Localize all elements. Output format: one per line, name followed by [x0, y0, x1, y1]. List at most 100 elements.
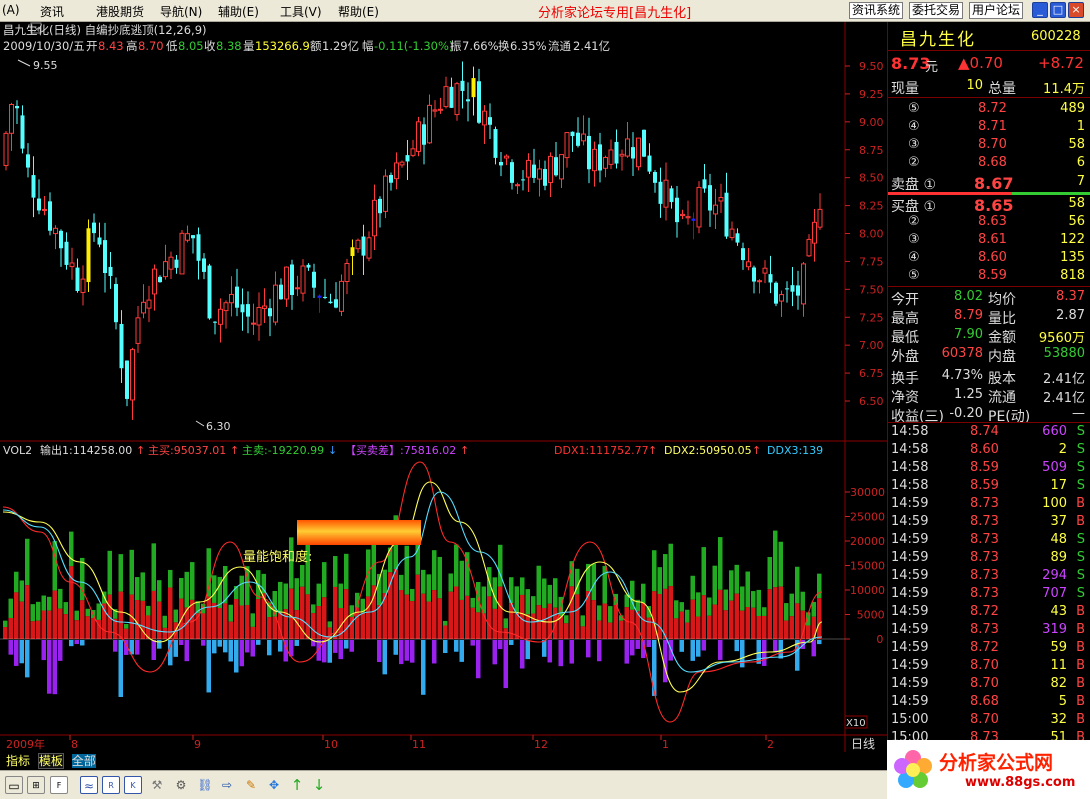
buy-volume-bar — [729, 600, 734, 639]
candle-body — [603, 156, 608, 169]
candle-body — [64, 241, 69, 265]
candle-body — [471, 78, 476, 98]
move-icon[interactable]: ✥ — [265, 776, 283, 794]
net-volume-bar — [338, 640, 343, 660]
buy-volume-bar — [3, 627, 8, 639]
menu-item-a[interactable]: (A) — [2, 3, 20, 17]
tab-template[interactable]: 模板 — [37, 753, 64, 769]
buy-volume: 818 — [1060, 268, 1085, 283]
bar-date: 2009/10/30/五 — [3, 39, 85, 53]
net-volume-bar — [377, 640, 382, 663]
down-arrow-icon[interactable]: ↓ — [310, 776, 328, 794]
trade-button[interactable]: 委托交易 — [909, 2, 964, 19]
volume-tick-label: 15000 — [850, 560, 885, 573]
buy-volume-bar — [459, 599, 464, 639]
tick-side: S — [1076, 586, 1085, 601]
candle-body — [482, 110, 487, 126]
buy-volume-bar — [685, 622, 690, 639]
candle-body — [196, 234, 201, 261]
tab-all[interactable]: 全部 — [71, 754, 96, 768]
tick-row: 14:59 8.72 43 B — [888, 604, 1090, 622]
tick-time: 15:00 — [891, 712, 929, 727]
energy-saturation-bar — [297, 520, 421, 545]
sell-volume-bar — [85, 608, 90, 617]
candle-body — [614, 141, 619, 164]
export-icon[interactable]: ⇨ — [218, 776, 236, 794]
sell-volume-bar — [696, 592, 701, 617]
sell-volume-bar — [168, 569, 173, 588]
indicator-diff: 【买卖差】:75816.02 — [345, 443, 456, 457]
candle-body — [768, 274, 773, 283]
buy-volume-bar — [151, 590, 156, 639]
price-change-pct: +8.72 — [1038, 54, 1084, 72]
buy-volume-bar — [157, 601, 162, 639]
arrow-up-icon: ↑ — [752, 444, 761, 457]
buy-volume-bar — [14, 592, 19, 639]
rsi-icon[interactable]: R — [102, 776, 120, 794]
price-row: 8.73 元 ▲0.70 +8.72 — [888, 54, 1090, 75]
tick-time: 14:59 — [891, 550, 929, 565]
menu-item-tools[interactable]: 工具(V) — [280, 3, 322, 20]
tick-side: B — [1076, 712, 1085, 727]
sell-volume-bar — [69, 531, 74, 567]
buy-volume-bar — [652, 591, 657, 639]
candle-body — [416, 121, 421, 152]
link-icon[interactable]: ⛓ — [196, 776, 214, 794]
stat-label: 外盘 — [891, 349, 919, 365]
stat-value: 7.90 — [954, 327, 983, 342]
open-value: 8.43 — [98, 39, 124, 53]
candle-body — [202, 258, 206, 272]
net-volume-bar — [597, 640, 602, 662]
close-icon[interactable]: × — [1068, 2, 1084, 18]
net-volume-bar — [47, 640, 52, 694]
net-volume-bar — [646, 640, 651, 648]
menu-item-news[interactable]: 资讯 — [40, 3, 64, 20]
chart-area[interactable]: × 昌九生化(日线) 自编抄底逃顶(12,26,9) 2009/10/30/五 … — [0, 22, 887, 752]
menu-item-assist[interactable]: 辅助(E) — [218, 3, 259, 20]
net-volume-bar — [58, 640, 63, 661]
tab-indicator[interactable]: 指标 — [6, 754, 30, 768]
buy-volume-bar — [448, 591, 453, 639]
price-tick-label: 7.00 — [859, 339, 884, 352]
page-icon[interactable]: ▭ — [5, 776, 23, 794]
candle-body — [570, 131, 575, 137]
chart-icon[interactable]: ≈ — [80, 776, 98, 794]
menu-item-help[interactable]: 帮助(E) — [338, 3, 379, 20]
float-label: 流通 — [548, 39, 571, 53]
sell-volume-bar — [124, 623, 129, 629]
hammer-icon[interactable]: ⚙ — [172, 776, 190, 794]
buy-volume-bar — [410, 601, 415, 639]
forum-button[interactable]: 用户论坛 — [969, 2, 1024, 19]
tick-price: 8.73 — [970, 496, 999, 511]
menu-item-hk-futures[interactable]: 港股期货 — [96, 3, 144, 20]
menu-item-navigate[interactable]: 导航(N) — [160, 3, 202, 20]
candle-body — [273, 284, 278, 323]
tick-time: 14:58 — [891, 460, 929, 475]
candle-body — [114, 283, 118, 323]
sell-volume: 1 — [1076, 119, 1085, 134]
candle-body — [103, 240, 107, 273]
candle-body — [334, 299, 338, 308]
sell-volume: 6 — [1076, 155, 1085, 170]
maximize-icon[interactable]: □ — [1050, 2, 1066, 18]
f10-icon[interactable]: F — [50, 776, 68, 794]
buy-volume-bar — [426, 601, 431, 639]
toolbar: ▭ ⊞ F ≈ R K ⚒ ⚙ ⛓ ⇨ ✎ ✥ ↑ ↓ — [0, 770, 887, 799]
minimize-icon[interactable]: _ — [1032, 2, 1048, 18]
up-arrow-icon[interactable]: ↑ — [288, 776, 306, 794]
candle-body — [812, 221, 817, 244]
net-volume-bar — [630, 640, 635, 656]
buy-price: 8.59 — [978, 268, 1007, 283]
candle-body — [636, 137, 641, 168]
info-system-button[interactable]: 资讯系统 — [849, 2, 904, 19]
tick-volume: 37 — [1050, 514, 1067, 529]
ksi-icon[interactable]: K — [124, 776, 142, 794]
buy-volume-bar — [212, 602, 217, 639]
grid-icon[interactable]: ⊞ — [27, 776, 45, 794]
min-marker: 6.30 — [206, 420, 231, 433]
candle-body — [146, 299, 152, 309]
pencil-icon[interactable]: ✎ — [242, 776, 260, 794]
wrench-icon[interactable]: ⚒ — [148, 776, 166, 794]
amp-label: 振 — [450, 39, 462, 53]
candle-body — [438, 108, 443, 111]
